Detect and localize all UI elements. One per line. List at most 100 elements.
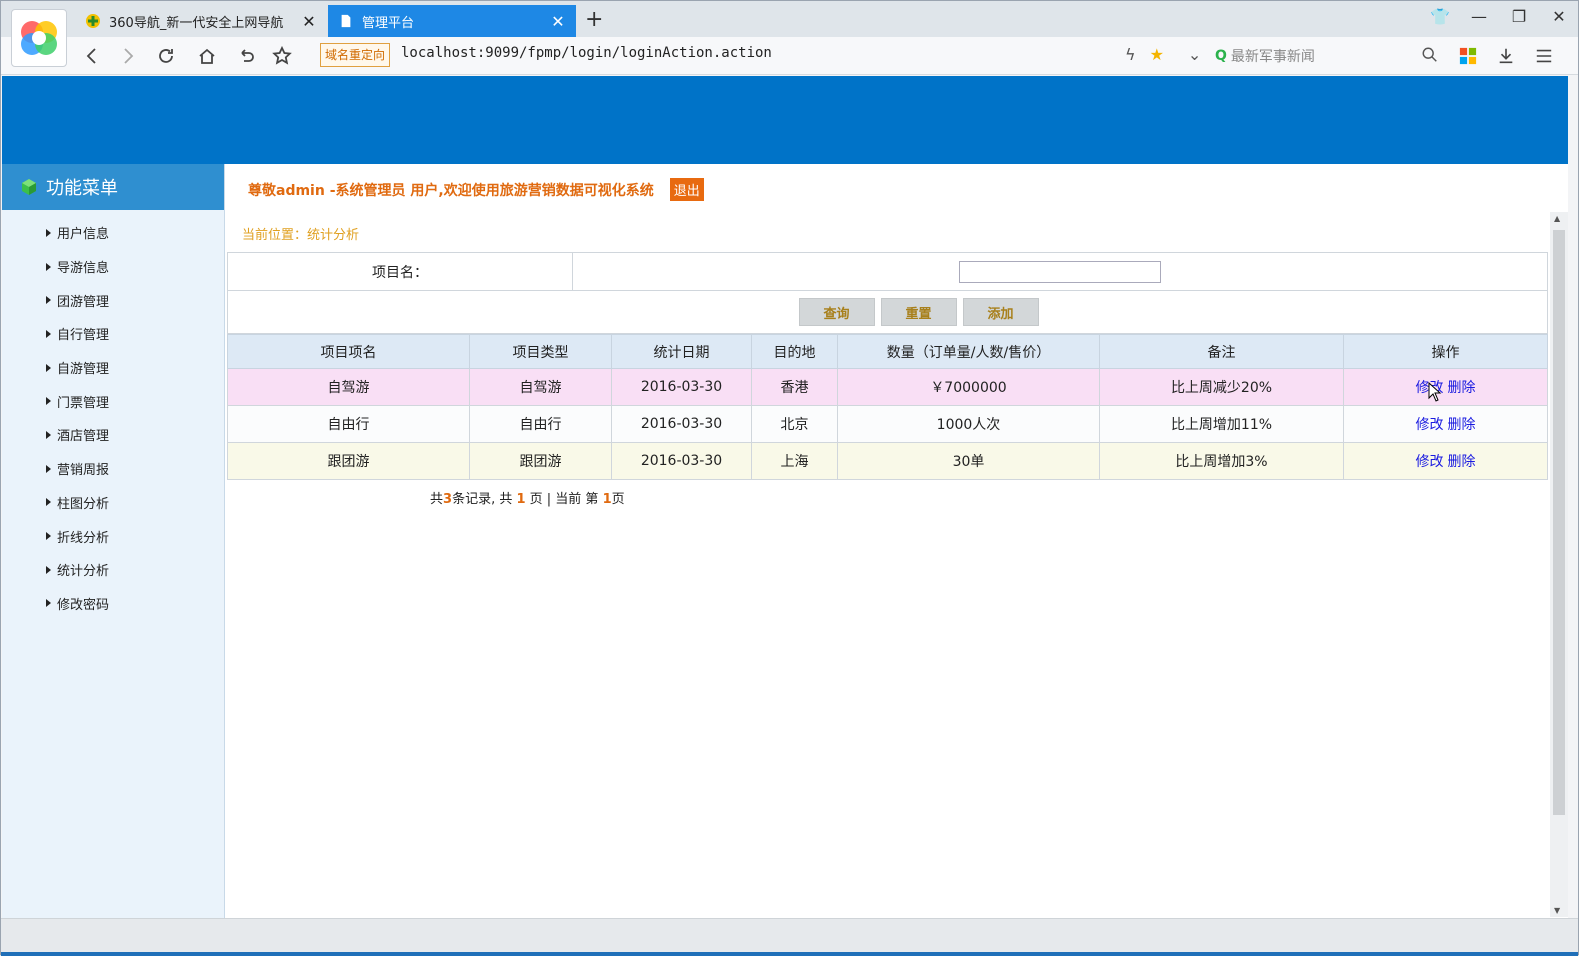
logout-button[interactable]: 退出	[669, 178, 704, 201]
col-header-type: 项目类型	[469, 334, 612, 369]
pagination: 共3条记录, 共 1 页 | 当前 第 1页	[430, 488, 625, 507]
refresh-icon[interactable]	[153, 43, 179, 69]
data-table: 项目项名 项目类型 统计日期 目的地 数量（订单量/人数/售价） 备注 操作 自…	[227, 334, 1548, 480]
caret-right-icon	[46, 532, 51, 541]
status-bar	[1, 918, 1578, 956]
cell-note: 比上周增加3%	[1099, 442, 1344, 480]
pager-text: 条记录, 共	[452, 492, 517, 507]
apps-grid-icon[interactable]	[1457, 45, 1479, 67]
lightning-icon[interactable]: ϟ	[1125, 45, 1136, 64]
sidebar-item-user-info[interactable]: 用户信息	[2, 216, 224, 250]
sidebar-item-tickets[interactable]: 门票管理	[2, 384, 224, 418]
search-box[interactable]: Q 最新军事新闻	[1215, 43, 1441, 69]
sidebar-item-statistics[interactable]: 统计分析	[2, 553, 224, 587]
current-page: 1	[602, 492, 612, 507]
bookmark-star-icon[interactable]: ★	[1150, 45, 1164, 64]
col-header-destination: 目的地	[751, 334, 838, 369]
tab-label: 360导航_新一代安全上网导航	[109, 15, 284, 31]
col-header-actions: 操作	[1343, 334, 1548, 369]
new-tab-icon[interactable]: +	[585, 7, 603, 32]
edit-link[interactable]: 修改	[1416, 417, 1444, 433]
sidebar-title-label: 功能菜单	[46, 178, 118, 199]
sidebar: 功能菜单 用户信息 导游信息 团游管理 自行管理 自游管理 门票管理 酒店管理 …	[2, 164, 225, 918]
scroll-up-icon[interactable]: ▲	[1554, 214, 1560, 223]
cell-name: 自由行	[227, 405, 470, 443]
restore-icon[interactable]: ❐	[1510, 7, 1528, 26]
search-icon[interactable]	[1421, 46, 1439, 68]
browser-logo[interactable]	[11, 9, 67, 67]
cell-note: 比上周增加11%	[1099, 405, 1344, 443]
sidebar-item-line-analysis[interactable]: 折线分析	[2, 519, 224, 553]
delete-link[interactable]: 删除	[1448, 417, 1476, 433]
vertical-scrollbar[interactable]: ▲ ▼	[1550, 212, 1568, 917]
table-header-row: 项目项名 项目类型 统计日期 目的地 数量（订单量/人数/售价） 备注 操作	[227, 334, 1548, 369]
query-button[interactable]: 查询	[798, 298, 875, 326]
pager-text: 共	[430, 492, 444, 507]
cell-name: 跟团游	[227, 442, 470, 480]
delete-link[interactable]: 删除	[1448, 380, 1476, 396]
sidebar-item-group-tour[interactable]: 团游管理	[2, 283, 224, 317]
home-icon[interactable]	[194, 43, 220, 69]
sidebar-item-label: 自行管理	[57, 328, 110, 344]
sidebar-item-label: 柱图分析	[57, 496, 110, 512]
undo-close-icon[interactable]	[233, 43, 259, 69]
browser-logo-icon	[21, 21, 57, 55]
scroll-down-icon[interactable]: ▼	[1554, 906, 1560, 915]
tab-360-nav[interactable]: 360导航_新一代安全上网导航 ✕	[75, 5, 327, 37]
sidebar-item-change-password[interactable]: 修改密码	[2, 587, 224, 621]
toolbar-icons	[1457, 45, 1555, 67]
sidebar-item-label: 营销周报	[57, 463, 110, 479]
cell-destination: 北京	[751, 405, 838, 443]
close-tab-icon[interactable]: ✕	[550, 12, 566, 31]
redirect-badge[interactable]: 域名重定向	[320, 43, 391, 67]
sidebar-item-label: 统计分析	[57, 564, 110, 580]
reset-button[interactable]: 重置	[880, 298, 957, 326]
minimize-icon[interactable]: —	[1470, 7, 1488, 26]
cell-name: 自驾游	[227, 368, 470, 406]
search-row: 项目名：	[228, 253, 1547, 291]
chevron-down-icon[interactable]: ⌄	[1188, 45, 1201, 64]
edit-link[interactable]: 修改	[1416, 454, 1444, 470]
search-input[interactable]: 最新军事新闻	[1231, 46, 1315, 66]
tab-admin-platform[interactable]: 管理平台 ✕	[328, 5, 576, 37]
sidebar-item-weekly-report[interactable]: 营销周报	[2, 452, 224, 486]
sidebar-item-label: 自游管理	[57, 362, 110, 378]
delete-link[interactable]: 删除	[1448, 454, 1476, 470]
caret-right-icon	[46, 464, 51, 473]
pager-text: 页 | 当前 第	[525, 492, 603, 507]
caret-right-icon	[46, 565, 51, 574]
tab-label: 管理平台	[362, 15, 415, 31]
mouse-cursor-icon	[1428, 382, 1442, 402]
forward-icon[interactable]	[115, 43, 141, 69]
welcome-bar: 尊敬admin -系统管理员 用户,欢迎使用旅游营销数据可视化系统 退出	[248, 178, 704, 201]
scrollbar-thumb[interactable]	[1553, 230, 1565, 815]
project-name-input[interactable]	[959, 260, 1161, 283]
sidebar-item-self-tour[interactable]: 自游管理	[2, 351, 224, 385]
sidebar-item-label: 导游信息	[57, 261, 110, 277]
download-icon[interactable]	[1495, 45, 1517, 67]
caret-right-icon	[46, 363, 51, 372]
col-header-date: 统计日期	[611, 334, 752, 369]
close-window-icon[interactable]: ✕	[1550, 7, 1568, 26]
menu-icon[interactable]	[1533, 45, 1555, 67]
address-actions: ϟ ★ ⌄	[1125, 45, 1201, 64]
sidebar-item-guide-info[interactable]: 导游信息	[2, 250, 224, 284]
add-button[interactable]: 添加	[962, 298, 1039, 326]
back-icon[interactable]	[79, 43, 105, 69]
sidebar-item-hotel[interactable]: 酒店管理	[2, 418, 224, 452]
favorite-star-icon[interactable]	[269, 43, 295, 69]
cell-date: 2016-03-30	[611, 405, 752, 443]
sidebar-item-bar-analysis[interactable]: 柱图分析	[2, 486, 224, 520]
url-field[interactable]: localhost:9099/fpmp/login/loginAction.ac…	[401, 45, 772, 61]
search-input-cell	[573, 253, 1547, 290]
cell-actions: 修改删除	[1343, 442, 1548, 480]
skin-icon[interactable]: 👕	[1430, 7, 1450, 26]
cell-actions: 修改删除	[1343, 405, 1548, 443]
caret-right-icon	[46, 430, 51, 439]
table-row: 自由行 自由行 2016-03-30 北京 1000人次 比上周增加11% 修改…	[227, 405, 1548, 443]
sidebar-item-self-travel[interactable]: 自行管理	[2, 317, 224, 351]
caret-right-icon	[46, 498, 51, 507]
caret-right-icon	[46, 329, 51, 338]
close-tab-icon[interactable]: ✕	[301, 12, 317, 31]
cell-destination: 上海	[751, 442, 838, 480]
